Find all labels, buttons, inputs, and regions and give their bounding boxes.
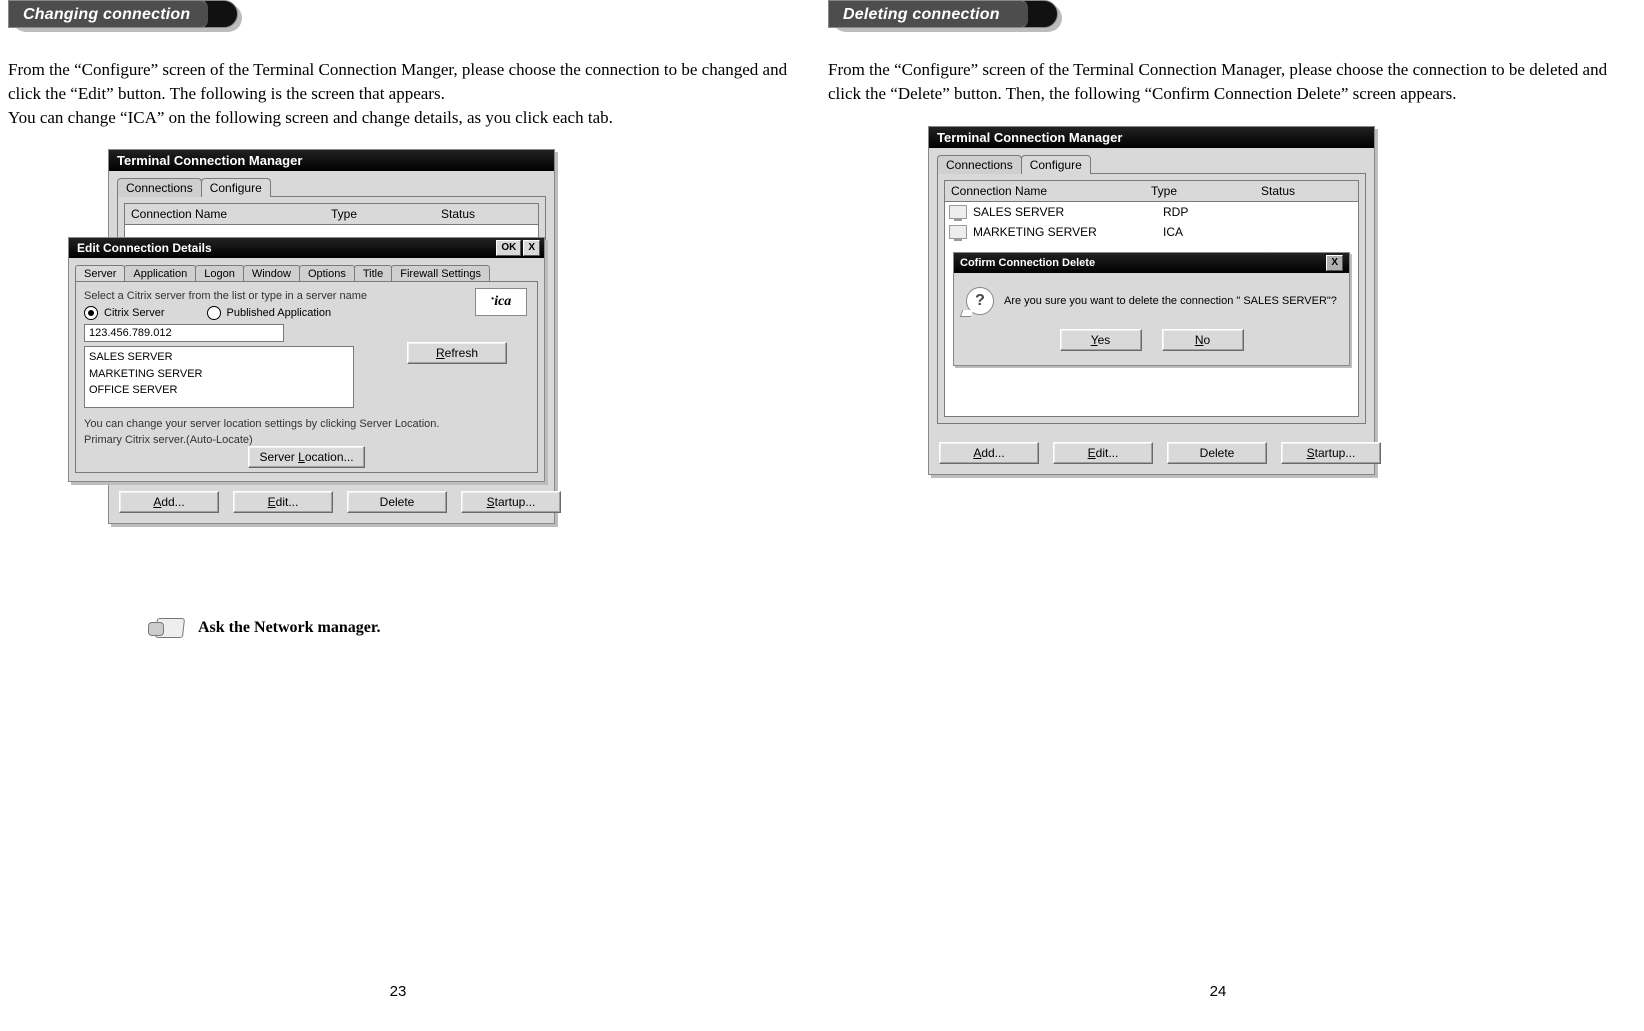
add-button[interactable]: Add... (939, 442, 1039, 464)
page-number-left: 23 (8, 973, 788, 1000)
tab-connections[interactable]: Connections (937, 155, 1022, 174)
confirm-message: Are you sure you want to delete the conn… (1004, 295, 1337, 307)
tab-firewall[interactable]: Firewall Settings (391, 265, 490, 282)
tab-configure[interactable]: Configure (201, 178, 271, 197)
monitor-icon (949, 205, 967, 219)
server-list[interactable]: SALES SERVER MARKETING SERVER OFFICE SER… (84, 346, 354, 408)
question-icon: ? (966, 287, 994, 315)
close-icon[interactable]: X (1326, 255, 1343, 271)
header-status: Status (1261, 184, 1352, 198)
section-title-left: Changing connection (8, 0, 208, 28)
header-type: Type (331, 207, 441, 221)
server-hint: Select a Citrix server from the list or … (84, 290, 529, 302)
ok-button[interactable]: OK (496, 240, 521, 256)
tcm-window-right: Terminal Connection Manager Connections … (928, 126, 1375, 475)
radio-published-app[interactable] (207, 306, 221, 320)
radio-citrix-server-label: Citrix Server (104, 307, 165, 319)
tab-application[interactable]: Application (124, 265, 196, 282)
list-item[interactable]: MARKETING SERVER (89, 366, 349, 383)
header-type: Type (1151, 184, 1261, 198)
delete-button[interactable]: Delete (1167, 442, 1267, 464)
connection-list[interactable]: SALES SERVER RDP MARKETING SERVER ICA Co… (944, 202, 1359, 417)
section-title-right: Deleting connection (828, 0, 1028, 28)
header-connection-name: Connection Name (131, 207, 331, 221)
delete-button[interactable]: Delete (347, 491, 447, 513)
location-hint-1: You can change your server location sett… (84, 418, 529, 430)
tab-options[interactable]: Options (299, 265, 355, 282)
column-headers: Connection Name Type Status (944, 180, 1359, 202)
server-location-button[interactable]: Server Location... (248, 446, 364, 468)
section-pill-left: Changing connection (8, 0, 238, 28)
confirm-delete-dialog: Cofirm Connection Delete X ? Are you sur… (953, 252, 1350, 366)
section-pill-right: Deleting connection (828, 0, 1058, 28)
server-address-input[interactable]: 123.456.789.012 (84, 324, 284, 342)
tab-window[interactable]: Window (243, 265, 300, 282)
row-name: SALES SERVER (973, 205, 1163, 219)
confirm-title: Cofirm Connection Delete (960, 257, 1095, 269)
intro-text-left: From the “Configure” screen of the Termi… (8, 58, 788, 129)
ask-network-text: Ask the Network manager. (198, 619, 381, 637)
no-button[interactable]: No (1162, 329, 1244, 351)
startup-button[interactable]: Startup... (1281, 442, 1381, 464)
header-status: Status (441, 207, 532, 221)
location-hint-2: Primary Citrix server.(Auto-Locate) (84, 434, 529, 446)
startup-button[interactable]: Startup... (461, 491, 561, 513)
row-name: MARKETING SERVER (973, 225, 1163, 239)
intro-text-right: From the “Configure” screen of the Termi… (828, 58, 1608, 106)
tcm-titlebar-right: Terminal Connection Manager (929, 127, 1374, 148)
list-item[interactable]: SALES SERVER (89, 349, 349, 366)
radio-published-app-label: Published Application (227, 307, 332, 319)
table-row[interactable]: SALES SERVER RDP (945, 202, 1358, 222)
row-type: ICA (1163, 225, 1273, 239)
edit-dialog-title: Edit Connection Details (77, 241, 212, 255)
radio-citrix-server[interactable] (84, 306, 98, 320)
tab-configure[interactable]: Configure (1021, 155, 1091, 174)
yes-button[interactable]: Yes (1060, 329, 1142, 351)
add-button[interactable]: Add... (119, 491, 219, 513)
page-number-right: 24 (828, 973, 1608, 1000)
tab-server[interactable]: Server (75, 265, 125, 282)
row-type: RDP (1163, 205, 1273, 219)
note-icon (148, 614, 188, 642)
list-item[interactable]: OFFICE SERVER (89, 382, 349, 399)
ask-network-note: Ask the Network manager. (148, 614, 788, 642)
tab-logon[interactable]: Logon (195, 265, 244, 282)
edit-button[interactable]: Edit... (1053, 442, 1153, 464)
refresh-button[interactable]: Refresh (407, 342, 507, 364)
close-icon[interactable]: X (523, 240, 540, 256)
tab-connections[interactable]: Connections (117, 178, 202, 197)
header-connection-name: Connection Name (951, 184, 1151, 198)
column-headers: Connection Name Type Status (124, 203, 539, 225)
ica-logo-icon: ∙ica (475, 288, 527, 316)
tab-title[interactable]: Title (354, 265, 392, 282)
table-row[interactable]: MARKETING SERVER ICA (945, 222, 1358, 242)
edit-connection-dialog: Edit Connection Details OK X Server Appl… (68, 237, 545, 482)
monitor-icon (949, 225, 967, 239)
tcm-titlebar-left: Terminal Connection Manager (109, 150, 554, 171)
edit-button[interactable]: Edit... (233, 491, 333, 513)
